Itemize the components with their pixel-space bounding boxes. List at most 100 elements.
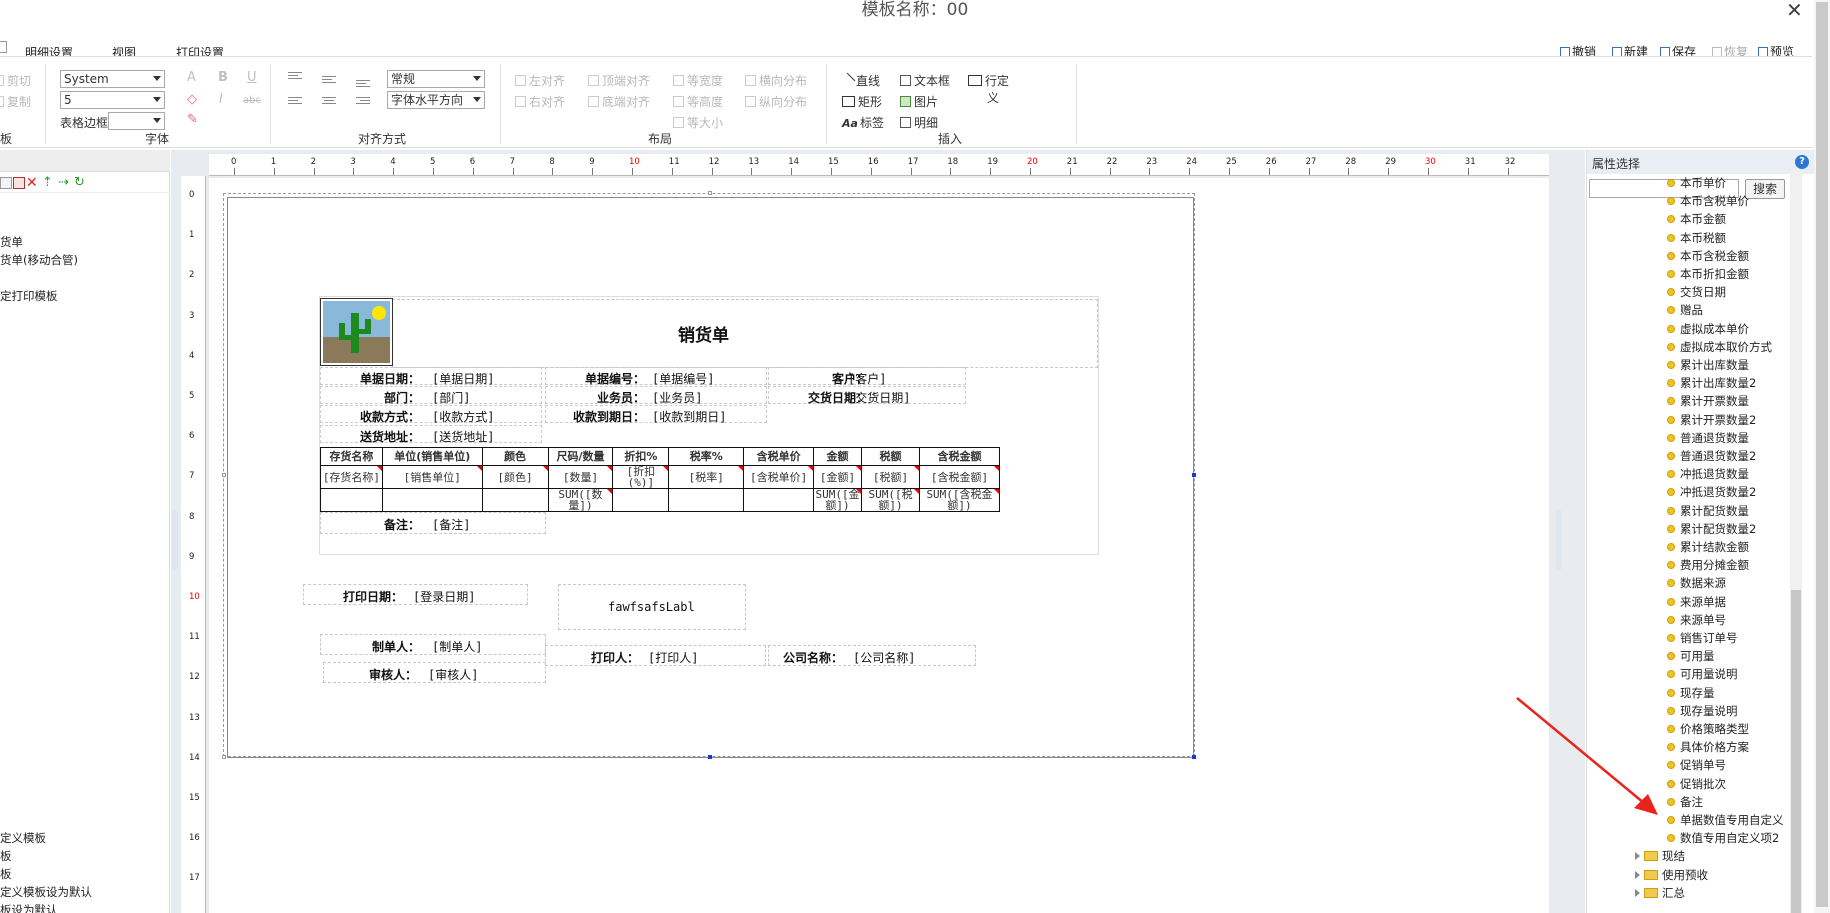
table-cell[interactable]: SUM([税额]) [861, 488, 921, 512]
template-item[interactable]: 货单(移动合管) [0, 252, 78, 268]
property-item[interactable]: 累计结款金额 [1667, 539, 1749, 555]
property-folder[interactable]: 汇总 [1635, 885, 1685, 901]
property-item[interactable]: 累计出库数量2 [1667, 375, 1756, 391]
property-item[interactable]: 交货日期 [1667, 284, 1726, 300]
table-cell[interactable]: [折扣(%)] [612, 465, 670, 489]
table-cell[interactable]: [含税单价] [743, 465, 815, 489]
table-cell[interactable]: SUM([含税金额]) [919, 488, 1000, 512]
menu-tab-stub[interactable] [0, 41, 7, 53]
h-distribute-button[interactable]: 横向分布 [745, 72, 807, 89]
edit-template-icon[interactable] [13, 177, 25, 189]
property-scrollbar-thumb[interactable] [1791, 590, 1801, 913]
logo-image[interactable] [320, 298, 393, 366]
property-item[interactable]: 赠品 [1667, 302, 1703, 318]
align-center-icon[interactable] [322, 97, 336, 106]
font-family-select[interactable]: System [60, 70, 165, 88]
property-item[interactable]: 价格策略类型 [1667, 721, 1749, 737]
property-item[interactable]: 来源单号 [1667, 612, 1726, 628]
insert-line-button[interactable]: 直线 [839, 72, 880, 89]
table-cell[interactable]: [数量] [547, 465, 614, 489]
property-item[interactable]: 累计开票数量2 [1667, 412, 1756, 428]
title-box[interactable] [392, 299, 1098, 368]
table-cell[interactable]: 含税单价 [743, 447, 815, 466]
align-left-button[interactable]: 左对齐 [515, 72, 565, 89]
search-button[interactable]: 搜索 [1745, 179, 1785, 199]
property-item[interactable]: 虚拟成本单价 [1667, 321, 1749, 337]
property-item[interactable]: 现存量 [1667, 685, 1715, 701]
align-top-button[interactable]: 顶端对齐 [588, 72, 650, 89]
detail-table[interactable]: 存货名称 单位(销售单位) 颜色 尺码/数量 折扣% 税率% 含税单价 金额 税额 含税金额 [存… [320, 447, 1000, 512]
property-item[interactable]: 数值专用自定义项2 [1667, 830, 1779, 846]
table-cell[interactable] [320, 488, 383, 512]
property-item[interactable]: 数据来源 [1667, 575, 1726, 591]
property-item[interactable]: 冲抵退货数量 [1667, 466, 1749, 482]
template-item[interactable]: 货单 [0, 234, 23, 250]
table-cell[interactable]: [存货名称] [320, 465, 383, 489]
resize-handle[interactable] [1192, 755, 1196, 759]
table-cell[interactable]: [金额] [813, 465, 863, 489]
template-action-item[interactable]: 板 [0, 848, 12, 864]
table-border-select[interactable] [108, 112, 165, 130]
table-cell[interactable]: 颜色 [481, 447, 549, 466]
table-cell[interactable]: 存货名称 [320, 447, 383, 466]
align-middle-icon[interactable] [322, 76, 336, 85]
property-item[interactable]: 累计开票数量 [1667, 393, 1749, 409]
move-right-icon[interactable]: ⇢ [58, 176, 70, 189]
text-style-select[interactable]: 常规 [387, 70, 485, 88]
cut-button[interactable]: 剪切 [0, 72, 31, 89]
property-item[interactable]: 备注 [1667, 794, 1703, 810]
right-collapse-handle[interactable] [1556, 510, 1562, 570]
resize-handle[interactable] [222, 473, 226, 477]
insert-image-button[interactable]: 图片 [900, 93, 938, 110]
property-item[interactable]: 累计出库数量 [1667, 357, 1749, 373]
table-cell[interactable]: [税额] [861, 465, 921, 489]
move-up-icon[interactable]: ⇡ [42, 176, 54, 189]
table-cell[interactable]: 尺码/数量 [547, 447, 614, 466]
table-cell[interactable]: 单位(销售单位) [381, 447, 483, 466]
property-item[interactable]: 具体价格方案 [1667, 739, 1749, 755]
table-cell[interactable] [668, 488, 745, 512]
left-collapse-handle[interactable] [172, 510, 178, 570]
table-cell[interactable]: 税率% [668, 447, 745, 466]
resize-handle[interactable] [708, 191, 712, 195]
table-cell[interactable] [381, 488, 483, 512]
pen-icon[interactable]: ✎ [187, 112, 198, 127]
property-item[interactable]: 虚拟成本取价方式 [1667, 339, 1772, 355]
table-cell[interactable]: [销售单位] [381, 465, 483, 489]
property-item[interactable]: 本币含税单价 [1667, 193, 1749, 209]
property-folder[interactable]: 使用预收 [1635, 867, 1708, 883]
expand-icon[interactable] [1635, 870, 1640, 879]
property-item[interactable]: 费用分摊金额 [1667, 557, 1749, 573]
v-distribute-button[interactable]: 纵向分布 [745, 93, 807, 110]
template-action-item[interactable]: 定义模板设为默认 [0, 884, 92, 900]
delete-icon[interactable]: ✕ [26, 176, 38, 190]
font-size-select[interactable]: 5 [60, 91, 165, 109]
table-cell[interactable]: 税额 [861, 447, 921, 466]
help-icon[interactable]: ? [1795, 155, 1809, 169]
property-item[interactable]: 本币含税金额 [1667, 248, 1749, 264]
property-item[interactable]: 可用量 [1667, 648, 1715, 664]
property-item[interactable]: 普通退货数量2 [1667, 448, 1756, 464]
template-action-item[interactable]: 板 [0, 866, 12, 882]
property-item[interactable]: 促销单号 [1667, 757, 1726, 773]
property-item[interactable]: 现存量说明 [1667, 703, 1738, 719]
resize-handle[interactable] [1192, 473, 1196, 477]
table-cell[interactable]: 含税金额 [919, 447, 1000, 466]
property-item[interactable]: 本币金额 [1667, 211, 1726, 227]
property-item[interactable]: 本币单价 [1667, 175, 1726, 191]
expand-icon[interactable] [1635, 888, 1640, 897]
property-item[interactable]: 累计配货数量2 [1667, 521, 1756, 537]
insert-textbox-button[interactable]: 文本框 [900, 72, 950, 89]
table-cell[interactable] [743, 488, 815, 512]
align-bottom-icon[interactable] [356, 80, 370, 89]
same-size-button[interactable]: 等大小 [673, 114, 723, 131]
table-cell[interactable]: [颜色] [481, 465, 549, 489]
underline-button[interactable]: U [247, 70, 257, 85]
strikethrough-button[interactable]: abc [243, 95, 261, 106]
property-item[interactable]: 销售订单号 [1667, 630, 1738, 646]
template-action-item[interactable]: 板设为默认 [0, 902, 58, 913]
property-folder[interactable]: 现结 [1635, 848, 1685, 864]
text-direction-select[interactable]: 字体水平方向 [387, 91, 485, 109]
same-height-button[interactable]: 等高度 [673, 93, 723, 110]
table-cell[interactable]: 折扣% [612, 447, 670, 466]
